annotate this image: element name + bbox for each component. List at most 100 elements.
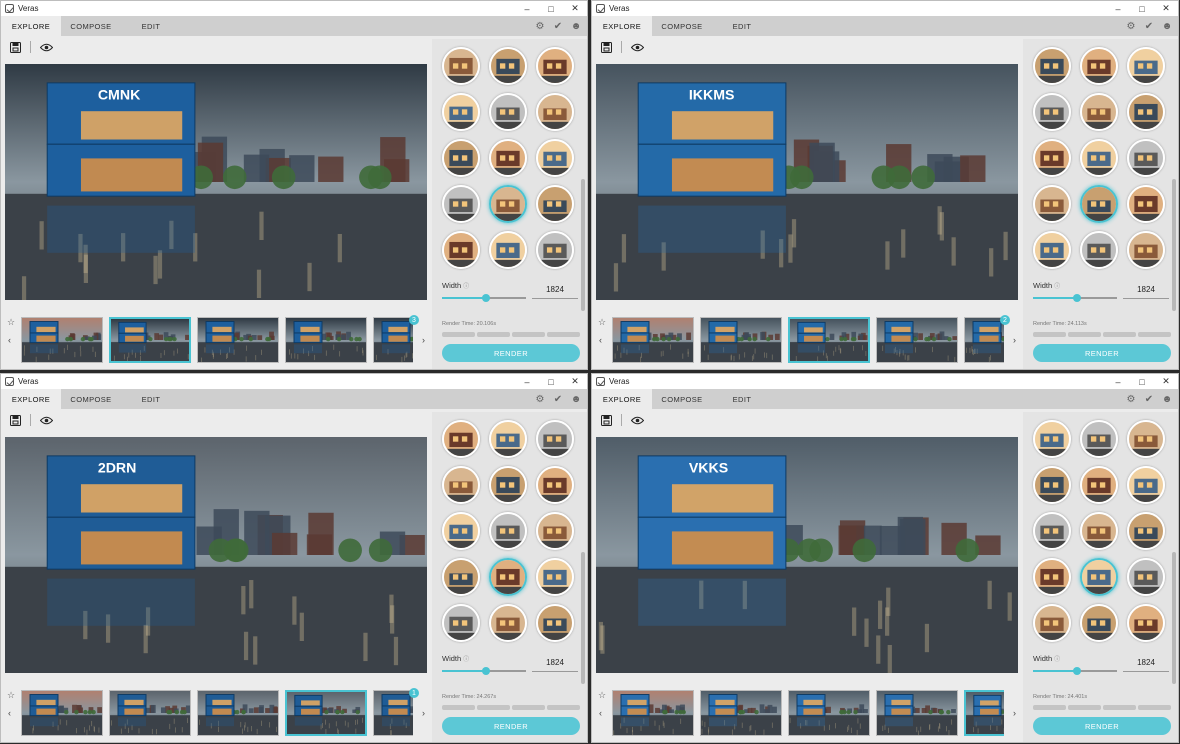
width-slider-handle[interactable]: [481, 294, 490, 302]
render-button[interactable]: RENDER: [442, 344, 580, 362]
close-button[interactable]: ✕: [563, 374, 587, 389]
tab-edit[interactable]: EDIT: [712, 389, 772, 409]
style-preset[interactable]: [442, 558, 480, 596]
tab-edit[interactable]: EDIT: [121, 16, 181, 36]
style-preset[interactable]: [1080, 185, 1118, 223]
tab-compose[interactable]: COMPOSE: [652, 16, 712, 36]
style-preset[interactable]: [536, 512, 574, 550]
history-thumbnail[interactable]: [964, 317, 1004, 363]
style-preset[interactable]: [442, 185, 480, 223]
star-icon[interactable]: ☆: [7, 690, 15, 701]
history-thumbnail[interactable]: [964, 690, 1004, 736]
user-icon[interactable]: ☻: [569, 19, 583, 33]
style-preset[interactable]: [1080, 558, 1118, 596]
width-slider[interactable]: [1033, 667, 1117, 675]
minimize-button[interactable]: –: [515, 374, 539, 389]
width-input[interactable]: 1824: [532, 658, 578, 672]
chevron-right-icon[interactable]: ›: [422, 335, 425, 345]
tab-edit[interactable]: EDIT: [121, 389, 181, 409]
style-preset[interactable]: [1080, 420, 1118, 458]
save-icon[interactable]: [599, 40, 613, 54]
style-preset[interactable]: [536, 93, 574, 131]
save-icon[interactable]: [8, 40, 22, 54]
save-icon[interactable]: [8, 413, 22, 427]
check-icon[interactable]: ✔: [1142, 19, 1156, 33]
history-thumbnail[interactable]: [788, 317, 870, 363]
history-thumbnail[interactable]: [700, 690, 782, 736]
style-preset[interactable]: [442, 231, 480, 269]
panel-scrollbar[interactable]: [581, 179, 585, 311]
style-preset[interactable]: [536, 231, 574, 269]
history-thumbnail[interactable]: [612, 317, 694, 363]
chevron-left-icon[interactable]: ‹: [8, 708, 11, 718]
style-preset[interactable]: [1080, 139, 1118, 177]
maximize-button[interactable]: □: [1130, 374, 1154, 389]
maximize-button[interactable]: □: [539, 1, 563, 16]
tab-explore[interactable]: EXPLORE: [1, 16, 61, 36]
style-preset[interactable]: [1033, 185, 1071, 223]
panel-scrollbar[interactable]: [581, 552, 585, 684]
style-preset[interactable]: [1127, 558, 1165, 596]
eye-icon[interactable]: [630, 413, 644, 427]
close-button[interactable]: ✕: [1154, 374, 1178, 389]
style-preset[interactable]: [1127, 139, 1165, 177]
style-preset[interactable]: [442, 47, 480, 85]
style-preset[interactable]: [536, 466, 574, 504]
style-preset[interactable]: [1127, 231, 1165, 269]
style-preset[interactable]: [489, 47, 527, 85]
user-icon[interactable]: ☻: [569, 392, 583, 406]
style-preset[interactable]: [1127, 604, 1165, 642]
style-preset[interactable]: [489, 558, 527, 596]
style-preset[interactable]: [1127, 512, 1165, 550]
info-icon[interactable]: ⓘ: [1054, 657, 1060, 663]
minimize-button[interactable]: –: [1106, 1, 1130, 16]
history-thumbnail[interactable]: [612, 690, 694, 736]
tab-explore[interactable]: EXPLORE: [592, 16, 652, 36]
history-thumbnail[interactable]: [700, 317, 782, 363]
style-preset[interactable]: [1080, 231, 1118, 269]
style-preset[interactable]: [1033, 512, 1071, 550]
render-preview-image[interactable]: VKKS: [596, 437, 1018, 673]
style-preset[interactable]: [489, 420, 527, 458]
gear-icon[interactable]: ⚙: [533, 19, 547, 33]
style-preset[interactable]: [442, 604, 480, 642]
chevron-left-icon[interactable]: ‹: [8, 335, 11, 345]
style-preset[interactable]: [442, 420, 480, 458]
style-preset[interactable]: [1080, 604, 1118, 642]
minimize-button[interactable]: –: [515, 1, 539, 16]
history-thumbnail[interactable]: [21, 317, 103, 363]
minimize-button[interactable]: –: [1106, 374, 1130, 389]
style-preset[interactable]: [1127, 466, 1165, 504]
history-thumbnail[interactable]: [876, 690, 958, 736]
check-icon[interactable]: ✔: [1142, 392, 1156, 406]
render-preview-image[interactable]: 2DRN: [5, 437, 427, 673]
history-thumbnail[interactable]: [285, 690, 367, 736]
style-preset[interactable]: [536, 604, 574, 642]
render-button[interactable]: RENDER: [1033, 344, 1171, 362]
style-preset[interactable]: [1127, 47, 1165, 85]
style-preset[interactable]: [1033, 93, 1071, 131]
tab-edit[interactable]: EDIT: [712, 16, 772, 36]
eye-icon[interactable]: [39, 413, 53, 427]
info-icon[interactable]: ⓘ: [463, 657, 469, 663]
style-preset[interactable]: [489, 604, 527, 642]
style-preset[interactable]: [1080, 47, 1118, 85]
tab-compose[interactable]: COMPOSE: [652, 389, 712, 409]
info-icon[interactable]: ⓘ: [463, 284, 469, 290]
width-input[interactable]: 1824: [1123, 285, 1169, 299]
width-slider[interactable]: [442, 667, 526, 675]
style-preset[interactable]: [1127, 93, 1165, 131]
chevron-left-icon[interactable]: ‹: [599, 335, 602, 345]
style-preset[interactable]: [1080, 512, 1118, 550]
style-preset[interactable]: [536, 558, 574, 596]
check-icon[interactable]: ✔: [551, 392, 565, 406]
star-icon[interactable]: ☆: [7, 317, 15, 328]
eye-icon[interactable]: [630, 40, 644, 54]
history-thumbnail[interactable]: [285, 317, 367, 363]
style-preset[interactable]: [442, 93, 480, 131]
save-icon[interactable]: [599, 413, 613, 427]
history-thumbnail[interactable]: [197, 317, 279, 363]
style-preset[interactable]: [536, 420, 574, 458]
history-thumbnail[interactable]: [21, 690, 103, 736]
history-thumbnail[interactable]: [373, 690, 413, 736]
